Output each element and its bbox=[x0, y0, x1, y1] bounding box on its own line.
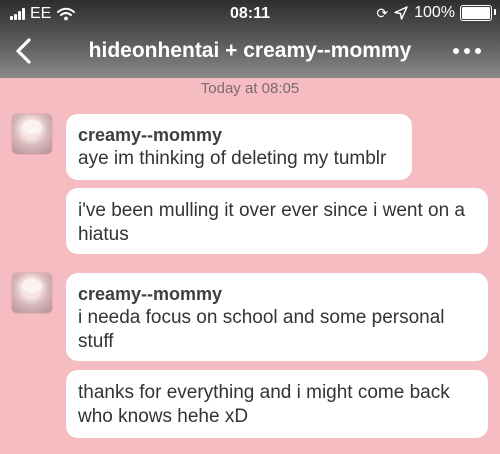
message-text: aye im thinking of deleting my tumblr bbox=[78, 148, 387, 169]
message-sender: creamy--mommy bbox=[78, 125, 223, 145]
battery-icon bbox=[460, 5, 496, 21]
battery-level-fill bbox=[462, 7, 490, 19]
location-arrow-icon bbox=[394, 6, 408, 20]
more-dots-icon bbox=[453, 48, 481, 54]
battery-percent: 100% bbox=[414, 4, 455, 21]
avatar[interactable] bbox=[12, 114, 52, 154]
status-right: ⟳ 100% bbox=[376, 4, 496, 22]
conversation-title: hideonhentai + creamy--mommy bbox=[88, 39, 412, 62]
message-sender: creamy--mommy bbox=[78, 284, 223, 304]
header: EE 08:11 ⟳ 100% hideonhentai + creamy--m… bbox=[0, 0, 500, 78]
conversation-timestamp: Today at 08:05 bbox=[200, 80, 300, 97]
message-bubble: creamy--mommy aye im thinking of deletin… bbox=[66, 114, 412, 180]
message-bubble: creamy--mommy i needa focus on school an… bbox=[66, 273, 488, 361]
message-text: thanks for everything and i might come b… bbox=[78, 382, 450, 427]
message-bubble: i've been mulling it over ever since i w… bbox=[66, 188, 488, 254]
more-options-button[interactable] bbox=[450, 40, 484, 62]
message-text: i needa focus on school and some persona… bbox=[78, 307, 445, 352]
rotation-lock-icon: ⟳ bbox=[376, 4, 389, 21]
message-bubble: thanks for everything and i might come b… bbox=[66, 370, 488, 438]
status-bar: EE 08:11 ⟳ 100% bbox=[0, 0, 500, 26]
avatar[interactable] bbox=[12, 273, 52, 313]
nav-bar: hideonhentai + creamy--mommy bbox=[0, 26, 500, 78]
message-text: i've been mulling it over ever since i w… bbox=[78, 200, 465, 245]
